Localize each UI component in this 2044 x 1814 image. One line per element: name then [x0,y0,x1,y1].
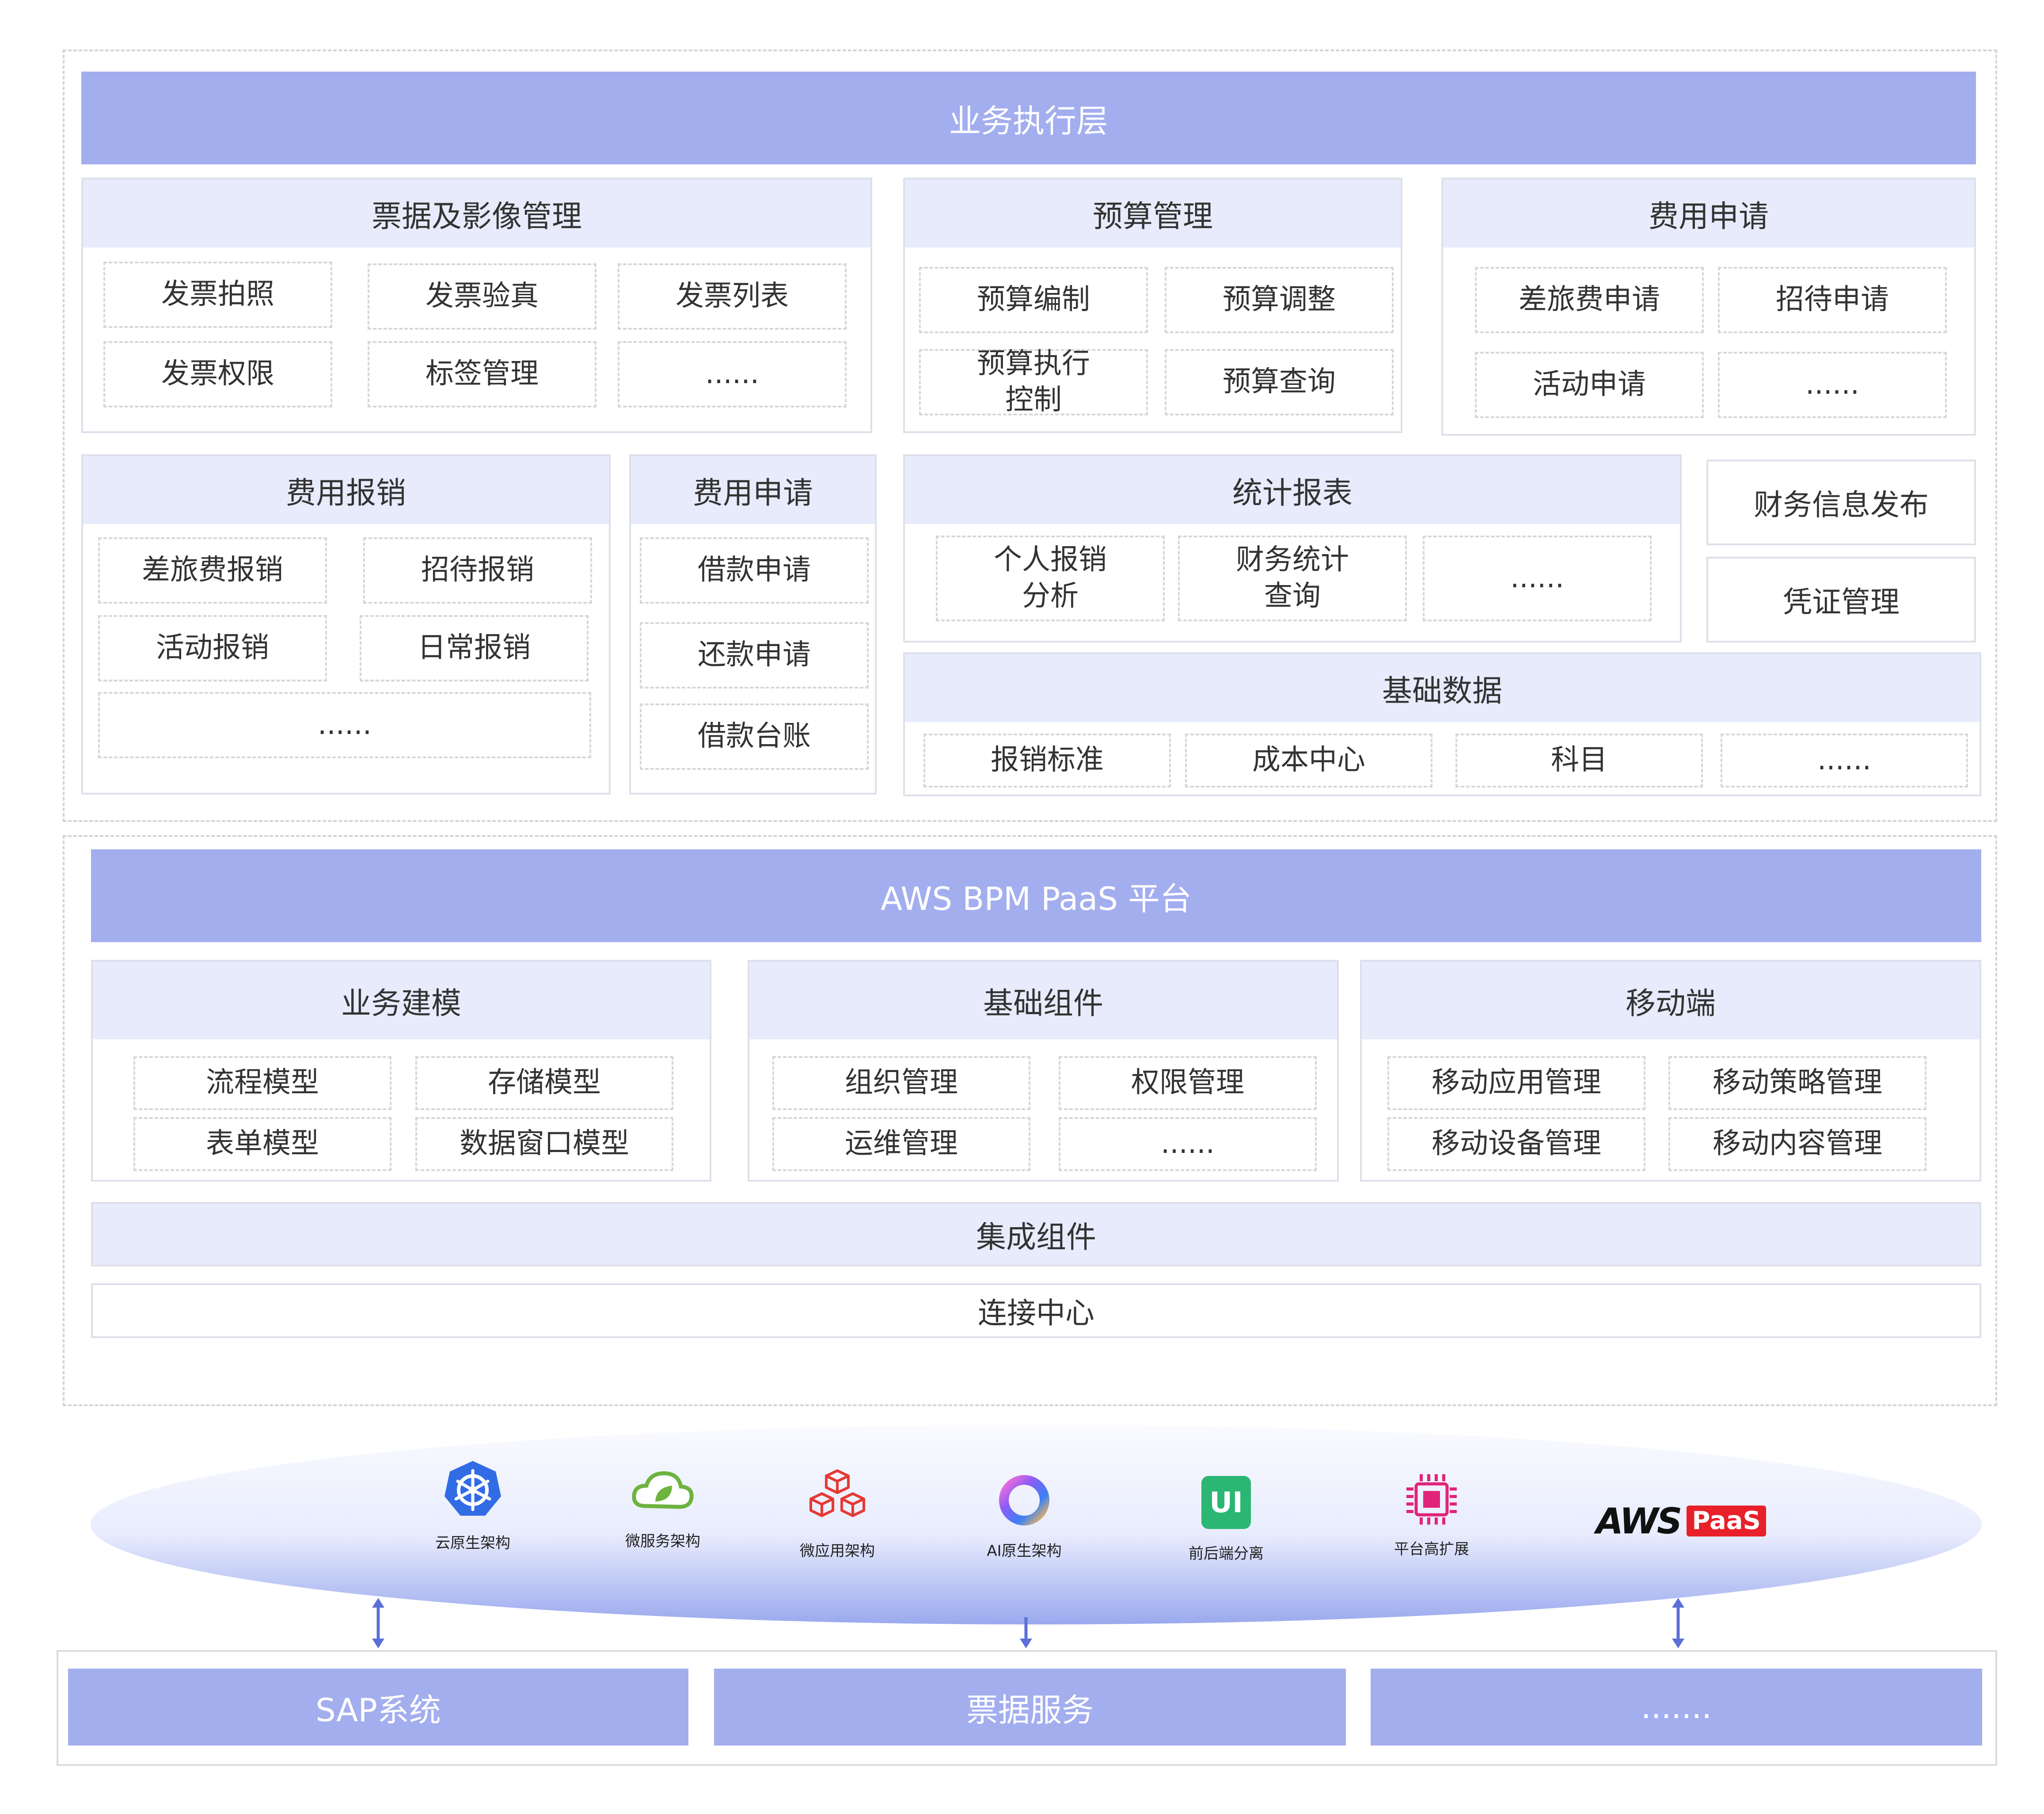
financial-statistics-query-item[interactable]: 财务统计查询 [1178,536,1407,621]
permission-management-item[interactable]: 权限管理 [1059,1056,1317,1110]
storage-model-item[interactable]: 存储模型 [415,1056,673,1110]
other-connection-arrow [1672,1598,1684,1648]
operations-management-item[interactable]: 运维管理 [772,1117,1030,1171]
invoice-verify-item[interactable]: 发票验真 [368,263,596,330]
loan-ledger-item[interactable]: 借款台账 [640,704,869,770]
cloud-leaf-icon [632,1471,694,1509]
reimbursement-standard-item[interactable]: 报销标准 [923,734,1171,787]
chip-icon [1406,1474,1457,1525]
mobile-policy-management-item[interactable]: 移动策略管理 [1668,1056,1926,1110]
connector-center-bar[interactable]: 连接中心 [91,1283,1981,1338]
paas-platform-banner: AWS BPM PaaS 平台 [91,849,1981,942]
mobile-device-management-item[interactable]: 移动设备管理 [1387,1117,1645,1171]
aws-paas-logo: AWS PaaS [1596,1499,1766,1543]
budget-query-item[interactable]: 预算查询 [1165,349,1394,415]
process-model-item[interactable]: 流程模型 [133,1056,391,1110]
micro-app-label: 微应用架构 [800,1542,875,1560]
data-window-model-item[interactable]: 数据窗口模型 [415,1117,673,1171]
business-modeling-title: 业务建模 [93,962,710,1039]
activity-reimbursement-item[interactable]: 活动报销 [98,615,327,681]
budget-execution-control-label: 预算执行控制 [977,347,1090,416]
activity-application-item[interactable]: 活动申请 [1475,352,1704,418]
svg-text:UI: UI [1209,1487,1243,1519]
bill-service-connection-arrow [1020,1617,1032,1648]
entertainment-application-item[interactable]: 招待申请 [1718,267,1947,333]
kubernetes-icon [445,1461,501,1516]
cloud-native-label: 云原生架构 [435,1534,510,1552]
cubes-icon [809,1469,865,1517]
voucher-management-item[interactable]: 凭证管理 [1706,557,1976,643]
statistics-report-title: 统计报表 [905,456,1680,524]
mobile-title: 移动端 [1362,962,1979,1039]
other-system-box[interactable]: ....... [1371,1669,1982,1746]
expense-application-title: 费用申请 [1443,179,1974,247]
basic-data-more-item[interactable]: ...... [1721,734,1968,787]
form-model-item[interactable]: 表单模型 [133,1117,391,1171]
personal-reimbursement-analysis-item[interactable]: 个人报销分析 [936,536,1165,621]
ai-native-label: AI原生架构 [987,1542,1062,1560]
basic-data-title: 基础数据 [905,654,1979,722]
sap-connection-arrow [372,1598,384,1648]
budget-compile-item[interactable]: 预算编制 [919,267,1148,333]
bill-image-management-title: 票据及影像管理 [83,179,870,247]
mobile-content-management-item[interactable]: 移动内容管理 [1668,1117,1926,1171]
integration-components-bar: 集成组件 [91,1202,1981,1266]
bills-more-item[interactable]: ...... [618,341,847,407]
application-more-item[interactable]: ...... [1718,352,1947,418]
budget-management-title: 预算管理 [905,179,1401,247]
business-execution-banner: 业务执行层 [81,72,1976,164]
loan-application-title: 费用申请 [631,456,875,524]
bill-service-box[interactable]: 票据服务 [714,1669,1346,1746]
mobile-app-management-item[interactable]: 移动应用管理 [1387,1056,1645,1110]
account-subject-item[interactable]: 科目 [1455,734,1703,787]
entertainment-reimbursement-item[interactable]: 招待报销 [363,537,592,604]
tag-management-item[interactable]: 标签管理 [368,341,596,407]
travel-reimbursement-item[interactable]: 差旅费报销 [98,537,327,604]
travel-application-item[interactable]: 差旅费申请 [1475,267,1704,333]
budget-execution-control-item[interactable]: 预算执行控制 [919,347,1148,416]
platform-scalability-label: 平台高扩展 [1394,1540,1469,1558]
ai-ring-icon [999,1475,1049,1525]
ui-icon: UI [1201,1476,1251,1529]
financial-statistics-query-label: 财务统计查询 [1236,544,1349,612]
invoice-permission-item[interactable]: 发票权限 [103,341,332,407]
invoice-list-item[interactable]: 发票列表 [618,263,847,330]
loan-request-item[interactable]: 借款申请 [640,537,869,604]
microservice-label: 微服务架构 [625,1533,700,1550]
repayment-request-item[interactable]: 还款申请 [640,622,869,688]
components-more-item[interactable]: ...... [1059,1117,1317,1171]
sap-system-box[interactable]: SAP系统 [68,1669,688,1746]
paas-logo-badge: PaaS [1687,1506,1766,1536]
financial-info-release-item[interactable]: 财务信息发布 [1706,460,1976,545]
reimbursement-more-item[interactable]: ...... [98,692,591,758]
expense-reimbursement-title: 费用报销 [83,456,609,524]
budget-adjust-item[interactable]: 预算调整 [1165,267,1394,333]
personal-reimbursement-analysis-label: 个人报销分析 [994,544,1107,612]
organization-management-item[interactable]: 组织管理 [772,1056,1030,1110]
daily-reimbursement-item[interactable]: 日常报销 [360,615,589,681]
aws-logo-text: AWS [1596,1500,1682,1542]
invoice-photo-item[interactable]: 发票拍照 [103,262,332,328]
cost-center-item[interactable]: 成本中心 [1185,734,1432,787]
statistics-more-item[interactable]: ...... [1423,536,1652,621]
front-back-separation-label: 前后端分离 [1189,1545,1264,1563]
basic-components-title: 基础组件 [749,962,1337,1039]
